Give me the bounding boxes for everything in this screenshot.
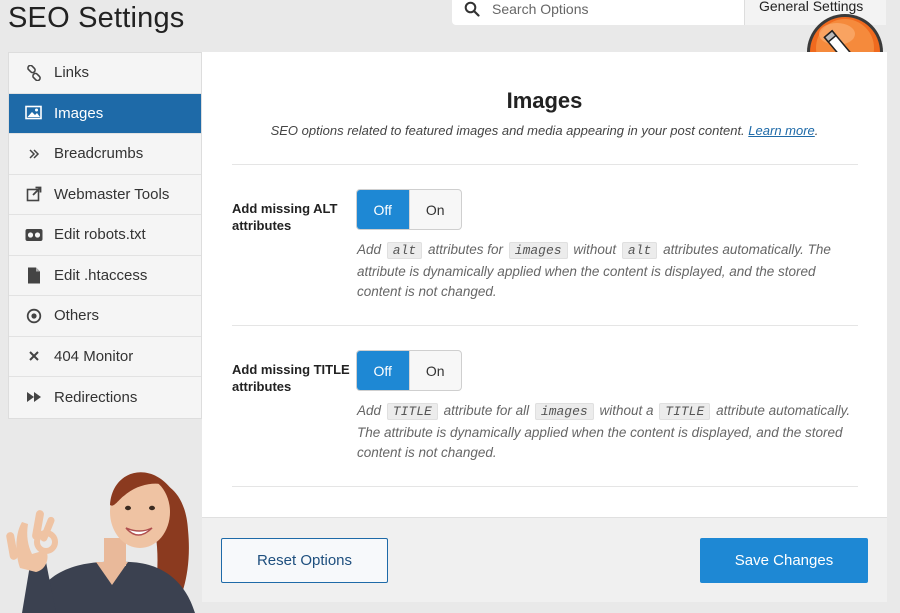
sidebar-item-links[interactable]: Links — [9, 53, 201, 94]
alt-toggle[interactable]: Off On — [356, 189, 462, 230]
sidebar-item-label: Others — [54, 307, 100, 325]
sidebar-item-label: Edit .htaccess — [54, 266, 148, 284]
sidebar-item-label: 404 Monitor — [54, 347, 134, 365]
title-toggle[interactable]: Off On — [356, 350, 462, 391]
sidebar-item-edit-robots[interactable]: Edit robots.txt — [9, 215, 201, 256]
reset-options-button[interactable]: Reset Options — [221, 538, 388, 583]
double-chevron-icon — [25, 145, 43, 163]
sidebar-item-edit-htaccess[interactable]: Edit .htaccess — [9, 255, 201, 296]
search-icon — [464, 1, 480, 17]
divider — [232, 325, 858, 326]
circle-dot-icon — [25, 307, 43, 325]
link-icon — [25, 64, 43, 82]
woman-ok-gesture-photo — [6, 472, 195, 613]
external-link-icon — [25, 185, 43, 203]
option-description-alt: Add alt attributes for images without al… — [357, 242, 831, 299]
sidebar-item-breadcrumbs[interactable]: Breadcrumbs — [9, 134, 201, 175]
divider — [232, 164, 858, 165]
option-description-title: Add TITLE attribute for all images witho… — [357, 403, 851, 460]
sidebar-item-label: Redirections — [54, 388, 138, 406]
sidebar-item-label: Webmaster Tools — [54, 185, 170, 203]
option-label-title: Add missing TITLE attributes — [232, 362, 350, 394]
title-on-button[interactable]: On — [408, 351, 462, 390]
file-icon — [25, 266, 43, 284]
sidebar-item-images[interactable]: Images — [9, 93, 201, 134]
search-input[interactable] — [492, 0, 732, 17]
sidebar-item-redirections[interactable]: Redirections — [9, 377, 201, 418]
alt-off-button[interactable]: Off — [357, 190, 409, 229]
image-icon — [25, 104, 43, 122]
sidebar-item-webmaster-tools[interactable]: Webmaster Tools — [9, 174, 201, 215]
fast-forward-icon — [25, 388, 43, 406]
footer-bar: Reset Options Save Changes — [202, 517, 887, 602]
divider — [232, 486, 858, 487]
subtitle-text: SEO options related to featured images a… — [270, 123, 745, 138]
search-box[interactable] — [452, 0, 744, 25]
save-changes-button[interactable]: Save Changes — [700, 538, 868, 583]
section-subtitle: SEO options related to featured images a… — [270, 123, 819, 138]
option-label-alt: Add missing ALT attributes — [232, 201, 338, 233]
page-title: SEO Settings — [8, 2, 185, 34]
sidebar: Links Images Breadcrumbs Webmaster Tools… — [8, 52, 202, 419]
sidebar-item-404-monitor[interactable]: 404 Monitor — [9, 336, 201, 377]
title-off-button[interactable]: Off — [357, 351, 409, 390]
sidebar-item-label: Links — [54, 64, 90, 82]
sidebar-item-others[interactable]: Others — [9, 296, 201, 337]
sidebar-item-label: Edit robots.txt — [54, 226, 146, 244]
section-title: Images — [506, 88, 583, 113]
learn-more-link[interactable]: Learn more — [748, 123, 814, 138]
robot-icon — [25, 226, 43, 244]
x-icon — [25, 347, 43, 365]
sidebar-item-label: Breadcrumbs — [54, 145, 144, 163]
alt-on-button[interactable]: On — [408, 190, 462, 229]
sidebar-item-label: Images — [54, 104, 104, 122]
